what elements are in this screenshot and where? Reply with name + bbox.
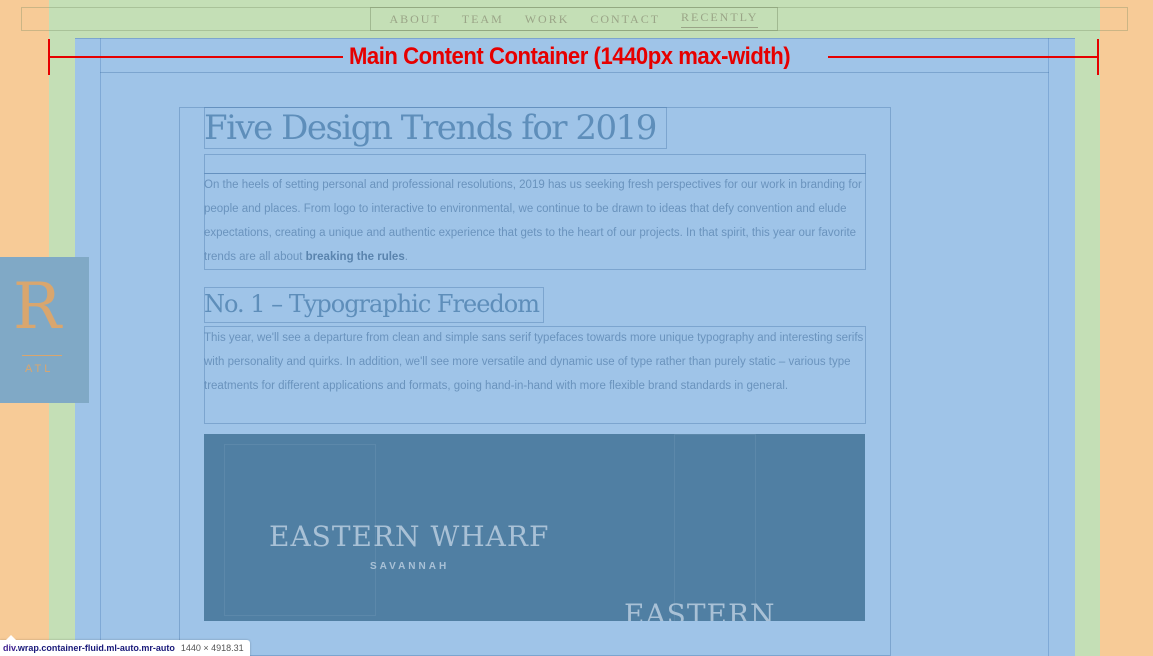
logo-subtext: ATL (25, 363, 54, 375)
hero-texture-2 (674, 434, 756, 621)
hero-brand: EASTERN WHARF (269, 520, 550, 553)
title-outline (204, 107, 667, 149)
side-logo[interactable]: R ATL (0, 257, 89, 403)
nav-item-contact[interactable]: CONTACT (590, 12, 660, 27)
section-title-outline (204, 287, 544, 323)
devtools-tooltip: div.wrap.container-fluid.ml-auto.mr-auto… (0, 635, 250, 656)
devtools-dimensions: 1440 × 4918.31 (180, 643, 244, 653)
spacer-outline (204, 154, 866, 174)
section-outline (204, 326, 866, 424)
hero-image: EASTERN WHARF SAVANNAH EASTERN (204, 434, 865, 621)
row-guide (100, 72, 1049, 73)
logo-divider (22, 355, 62, 356)
hero-city: SAVANNAH (370, 561, 450, 572)
annotation-line-right (828, 56, 1098, 58)
nav-item-work[interactable]: WORK (525, 12, 570, 27)
devtools-selector: div.wrap.container-fluid.ml-auto.mr-auto (3, 643, 175, 653)
annotation-line-left (49, 56, 343, 58)
row-guide-top (75, 38, 1075, 39)
devtools-classes: .wrap.container-fluid.ml-auto.mr-auto (15, 643, 175, 653)
nav-item-about[interactable]: ABOUT (389, 12, 440, 27)
devtools-tag: div (3, 643, 16, 653)
annotation-label: Main Content Container (1440px max-width… (349, 43, 791, 70)
main-nav: ABOUT TEAM WORK CONTACT RECENTLY (370, 7, 778, 31)
nav-item-team[interactable]: TEAM (462, 12, 504, 27)
intro-outline (204, 173, 866, 270)
hero-brand-repeat: EASTERN (624, 598, 776, 621)
nav-item-recently[interactable]: RECENTLY (681, 10, 759, 28)
logo-letter: R (13, 270, 62, 344)
